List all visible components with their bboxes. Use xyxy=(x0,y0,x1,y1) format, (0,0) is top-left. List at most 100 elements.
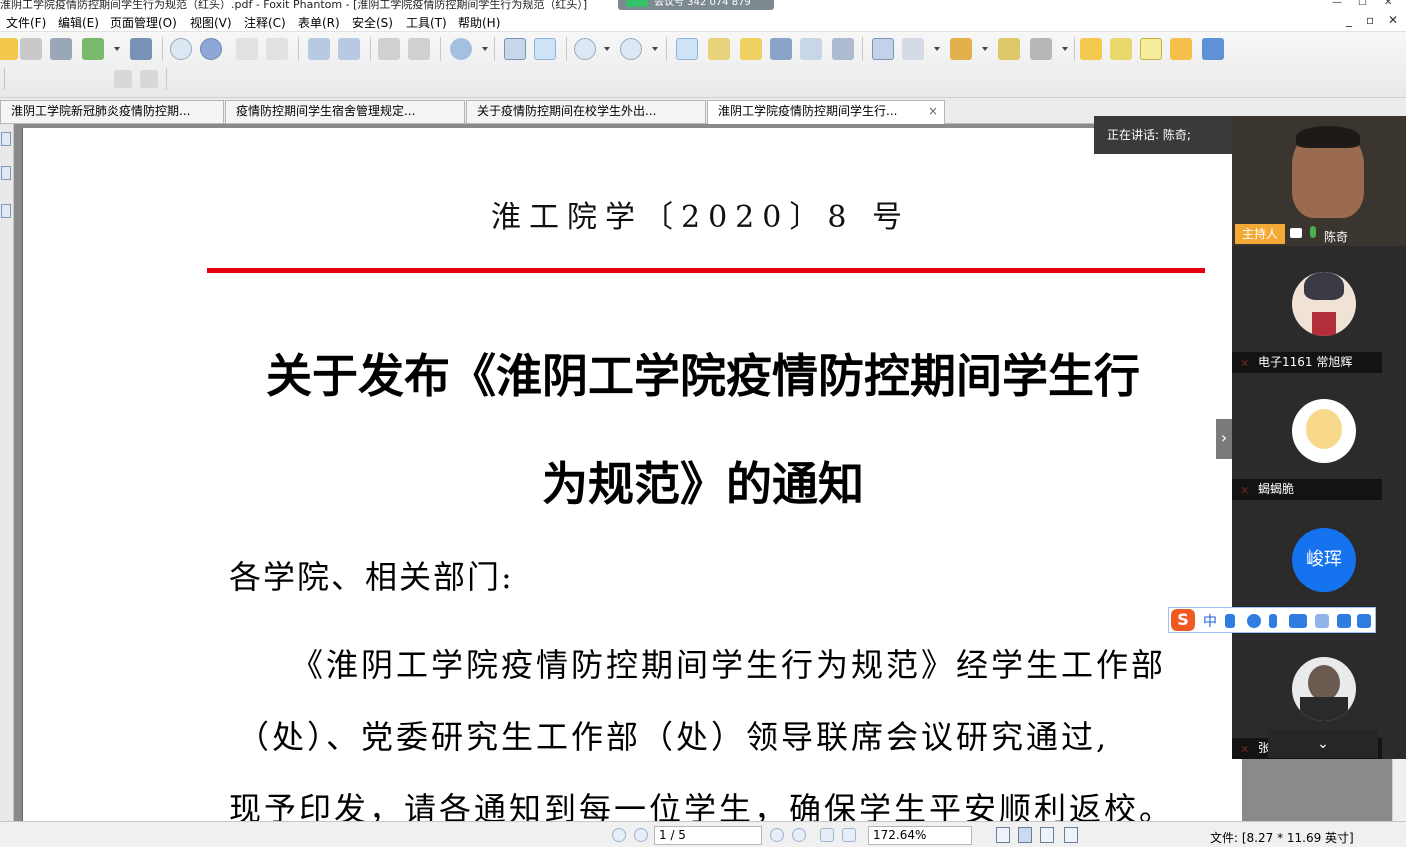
toolbar xyxy=(0,32,1406,98)
menu-form[interactable]: 表单(R) xyxy=(298,14,340,31)
bookmarks-panel-icon[interactable] xyxy=(1,132,11,146)
collapse-panel-button[interactable]: ⌄ xyxy=(1268,730,1378,758)
participant-tile-host[interactable]: 主持人 陈奇 xyxy=(1232,116,1406,246)
expand-panel-button[interactable]: › xyxy=(1216,419,1232,459)
participant-name: 蝎蝎脆 xyxy=(1232,479,1382,500)
highlight-icon[interactable] xyxy=(1080,38,1102,60)
tab-doc-2[interactable]: 疫情防控期间学生宿舍管理规定... xyxy=(225,100,465,123)
back-icon[interactable] xyxy=(236,38,258,60)
punctuation-icon[interactable] xyxy=(1225,614,1235,628)
tab-label: 疫情防控期间学生宿舍管理规定... xyxy=(236,104,416,118)
facing-page-icon[interactable] xyxy=(1040,827,1054,843)
tab-doc-1[interactable]: 淮阴工学院新冠肺炎疫情防控期... xyxy=(0,100,224,123)
menu-help[interactable]: 帮助(H) xyxy=(458,14,500,31)
skin-icon[interactable] xyxy=(1337,614,1351,628)
go-forward-icon[interactable] xyxy=(842,828,856,842)
maximize-icon[interactable]: ☐ xyxy=(1358,0,1367,8)
zoom-in-dropdown-icon[interactable] xyxy=(652,47,658,51)
toolbox-icon[interactable] xyxy=(1357,614,1371,628)
scan-icon[interactable] xyxy=(130,38,152,60)
open-icon[interactable] xyxy=(0,38,18,60)
sign-icon[interactable] xyxy=(998,38,1020,60)
prev-view-icon[interactable] xyxy=(114,70,132,88)
insert-icon[interactable] xyxy=(338,38,360,60)
menu-security[interactable]: 安全(S) xyxy=(352,14,393,31)
textbox-icon[interactable] xyxy=(1140,38,1162,60)
prev-page-status-icon[interactable] xyxy=(634,828,648,842)
user-icon[interactable] xyxy=(1315,614,1329,628)
next-page-status-icon[interactable] xyxy=(770,828,784,842)
doc-close-icon[interactable]: ✕ xyxy=(1388,13,1398,27)
menu-view[interactable]: 视图(V) xyxy=(190,14,232,31)
snapshot-icon[interactable] xyxy=(832,38,854,60)
emoji-icon[interactable] xyxy=(1247,614,1261,628)
first-page-icon[interactable] xyxy=(612,828,626,842)
menu-comment[interactable]: 注释(C) xyxy=(244,14,286,31)
menu-edit[interactable]: 编辑(E) xyxy=(58,14,99,31)
forward-icon[interactable] xyxy=(266,38,288,60)
next-page-icon[interactable] xyxy=(200,38,222,60)
email-icon[interactable] xyxy=(82,38,104,60)
last-page-icon[interactable] xyxy=(792,828,806,842)
ime-chinese-mode[interactable]: 中 xyxy=(1203,611,1217,631)
participant-tile[interactable]: ✕ 电子1161 常旭辉 xyxy=(1232,246,1406,373)
menu-tools[interactable]: 工具(T) xyxy=(406,14,447,31)
zoom-in-icon[interactable] xyxy=(450,38,472,60)
arrow-icon[interactable] xyxy=(1202,38,1224,60)
voice-input-icon[interactable] xyxy=(1269,614,1277,628)
rectangle-icon[interactable] xyxy=(872,38,894,60)
zoom-out-dropdown-icon[interactable] xyxy=(604,47,610,51)
hand-tool-icon[interactable] xyxy=(676,38,698,60)
ime-toolbar[interactable]: S 中 xyxy=(1168,607,1376,633)
fit-width-icon[interactable] xyxy=(504,38,526,60)
fit-page-icon[interactable] xyxy=(534,38,556,60)
undo-icon[interactable] xyxy=(378,38,400,60)
form-icon[interactable] xyxy=(902,38,924,60)
zoom-dropdown-icon[interactable] xyxy=(482,47,488,51)
keyboard-icon[interactable] xyxy=(1289,614,1307,628)
document-view[interactable]: 淮工院学〔2020〕8 号 关于发布《淮阴工学院疫情防控期间学生行 为规范》的通… xyxy=(14,124,1392,821)
minimize-icon[interactable]: — xyxy=(1332,0,1342,8)
stamp-dropdown-icon[interactable] xyxy=(982,47,988,51)
zoom-field[interactable]: 172.64% xyxy=(868,826,972,845)
prev-page-icon[interactable] xyxy=(170,38,192,60)
save-icon[interactable] xyxy=(20,38,42,60)
tab-close-icon[interactable]: × xyxy=(928,101,938,122)
doc-minimize-icon[interactable]: _ xyxy=(1346,13,1352,27)
form-dropdown-icon[interactable] xyxy=(934,47,940,51)
continuous-page-icon[interactable] xyxy=(1018,827,1032,843)
sogou-ime-logo[interactable]: S xyxy=(1171,609,1195,631)
zoom-out-minus-icon[interactable] xyxy=(574,38,596,60)
page-number-field[interactable]: 1 / 5 xyxy=(654,826,762,845)
next-view-icon[interactable] xyxy=(140,70,158,88)
comment-icon[interactable] xyxy=(1170,38,1192,60)
email-dropdown-icon[interactable] xyxy=(114,47,120,51)
redo-icon[interactable] xyxy=(408,38,430,60)
participant-tile[interactable]: ✕ 蝎蝎脆 xyxy=(1232,373,1406,500)
avatar-clothing xyxy=(1300,697,1348,721)
meeting-id-badge[interactable]: 会议号 342 074 879 xyxy=(618,0,774,10)
text-select-icon[interactable] xyxy=(708,38,730,60)
pages-panel-icon[interactable] xyxy=(1,166,11,180)
close-icon[interactable]: ✕ xyxy=(1384,0,1392,8)
menu-page-organize[interactable]: 页面管理(O) xyxy=(110,14,177,31)
stamp-icon[interactable] xyxy=(950,38,972,60)
layers-panel-icon[interactable] xyxy=(1,204,11,218)
doc-restore-icon[interactable]: ▫ xyxy=(1366,13,1374,27)
go-back-icon[interactable] xyxy=(820,828,834,842)
lock-icon[interactable] xyxy=(1030,38,1052,60)
zoom-in-plus-icon[interactable] xyxy=(620,38,642,60)
find-icon[interactable] xyxy=(770,38,792,60)
toolbar-separator xyxy=(440,37,441,61)
menu-file[interactable]: 文件(F) xyxy=(6,14,46,31)
print-icon[interactable] xyxy=(50,38,72,60)
tab-doc-4[interactable]: 淮阴工学院疫情防控期间学生行... × xyxy=(707,100,945,124)
typewriter-icon[interactable] xyxy=(800,38,822,60)
tab-doc-3[interactable]: 关于疫情防控期间在校学生外出... xyxy=(466,100,706,123)
single-page-icon[interactable] xyxy=(996,827,1010,843)
lock-dropdown-icon[interactable] xyxy=(1062,47,1068,51)
extract-icon[interactable] xyxy=(308,38,330,60)
continuous-facing-icon[interactable] xyxy=(1064,827,1078,843)
edit-icon[interactable] xyxy=(1110,38,1132,60)
select-tool-icon[interactable] xyxy=(740,38,762,60)
